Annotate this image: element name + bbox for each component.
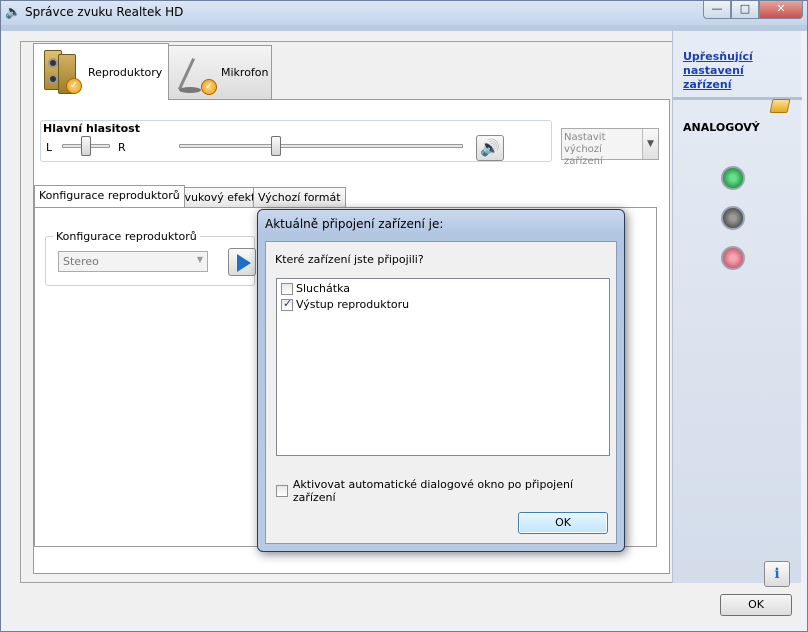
list-item[interactable]: Sluchátka <box>281 282 350 295</box>
volume-track <box>179 144 463 148</box>
play-test-button[interactable] <box>228 248 256 276</box>
info-button[interactable]: i <box>764 561 790 587</box>
pink-jack-icon[interactable] <box>721 246 745 270</box>
gray-jack-icon[interactable] <box>721 206 745 230</box>
list-item-label: Výstup reproduktoru <box>296 298 410 311</box>
tab-sound-effect[interactable]: Zvukový efekt <box>172 187 261 207</box>
list-item[interactable]: Výstup reproduktoru <box>281 297 410 311</box>
speaker-volume-icon: 🔊 <box>480 138 500 157</box>
mute-button[interactable]: 🔊 <box>476 135 504 161</box>
speaker-config-select[interactable]: Stereo ▼ <box>58 251 208 272</box>
ok-button[interactable]: OK <box>720 594 792 616</box>
minimize-button[interactable]: — <box>703 1 731 19</box>
balance-slider[interactable] <box>81 136 91 156</box>
list-item-label: Sluchátka <box>296 282 351 295</box>
speaker-icon: 🔈 <box>5 5 22 20</box>
headphones-checkbox[interactable] <box>281 282 293 295</box>
device-dialog: Aktuálně připojení zařízení je: Které za… <box>257 209 625 552</box>
volume-label: Hlavní hlasitost <box>43 122 140 135</box>
play-icon <box>237 254 251 272</box>
auto-popup-label: Aktivovat automatické dialogové okno po … <box>292 478 574 504</box>
maximize-button[interactable]: □ <box>731 1 759 19</box>
speaker-output-checkbox[interactable] <box>281 297 293 311</box>
speakers-icon: ✓ <box>42 50 82 94</box>
tab-reproduktory[interactable]: ✓ Reproduktory <box>33 43 169 100</box>
balance-right-label: R <box>118 141 126 154</box>
chevron-down-icon: ▼ <box>196 255 203 264</box>
selected-config: Stereo <box>63 255 99 268</box>
chevron-down-icon: ▼ <box>642 129 658 159</box>
dialog-question: Které zařízení jste připojili? <box>275 253 424 266</box>
close-button[interactable]: ✕ <box>759 1 803 19</box>
dialog-body: Které zařízení jste připojili? Sluchátka… <box>265 241 617 544</box>
folder-icon[interactable] <box>769 99 791 113</box>
advanced-settings-link[interactable]: Upřesňující nastavení zařízení <box>683 50 793 92</box>
analog-label: ANALOGOVÝ <box>683 121 760 134</box>
title-bar[interactable]: 🔈 Správce zvuku Realtek HD — □ ✕ <box>1 1 807 25</box>
default-device-label: Nastavit výchozí zařízení <box>564 132 606 167</box>
green-jack-icon[interactable] <box>721 166 745 190</box>
tab-label: Mikrofon <box>221 66 269 79</box>
balance-left-label: L <box>46 141 53 154</box>
device-list: Sluchátka Výstup reproduktoru <box>276 278 610 456</box>
main-window: 🔈 Správce zvuku Realtek HD — □ ✕ ✓ Repro… <box>0 0 808 632</box>
auto-popup-checkbox[interactable] <box>276 485 288 497</box>
volume-slider[interactable] <box>271 136 281 156</box>
tab-mikrofon[interactable]: ✓ Mikrofon <box>168 45 272 99</box>
right-pane: Upřesňující nastavení zařízení ANALOGOVÝ <box>672 31 802 583</box>
dialog-title: Aktuálně připojení zařízení je: <box>265 217 444 231</box>
microphone-icon: ✓ <box>177 51 217 95</box>
auto-popup-option[interactable]: Aktivovat automatické dialogové okno po … <box>276 478 616 504</box>
window-title: Správce zvuku Realtek HD <box>25 5 184 19</box>
tab-default-format[interactable]: Výchozí formát <box>253 187 346 207</box>
dialog-ok-button[interactable]: OK <box>518 512 608 534</box>
tab-speaker-config[interactable]: Konfigurace reproduktorů <box>34 185 185 207</box>
set-default-device-button[interactable]: Nastavit výchozí zařízení ▼ <box>561 128 659 167</box>
tab-label: Reproduktory <box>88 65 163 79</box>
window-controls: — □ ✕ <box>703 1 803 19</box>
config-group-label: Konfigurace reproduktorů <box>53 230 200 243</box>
